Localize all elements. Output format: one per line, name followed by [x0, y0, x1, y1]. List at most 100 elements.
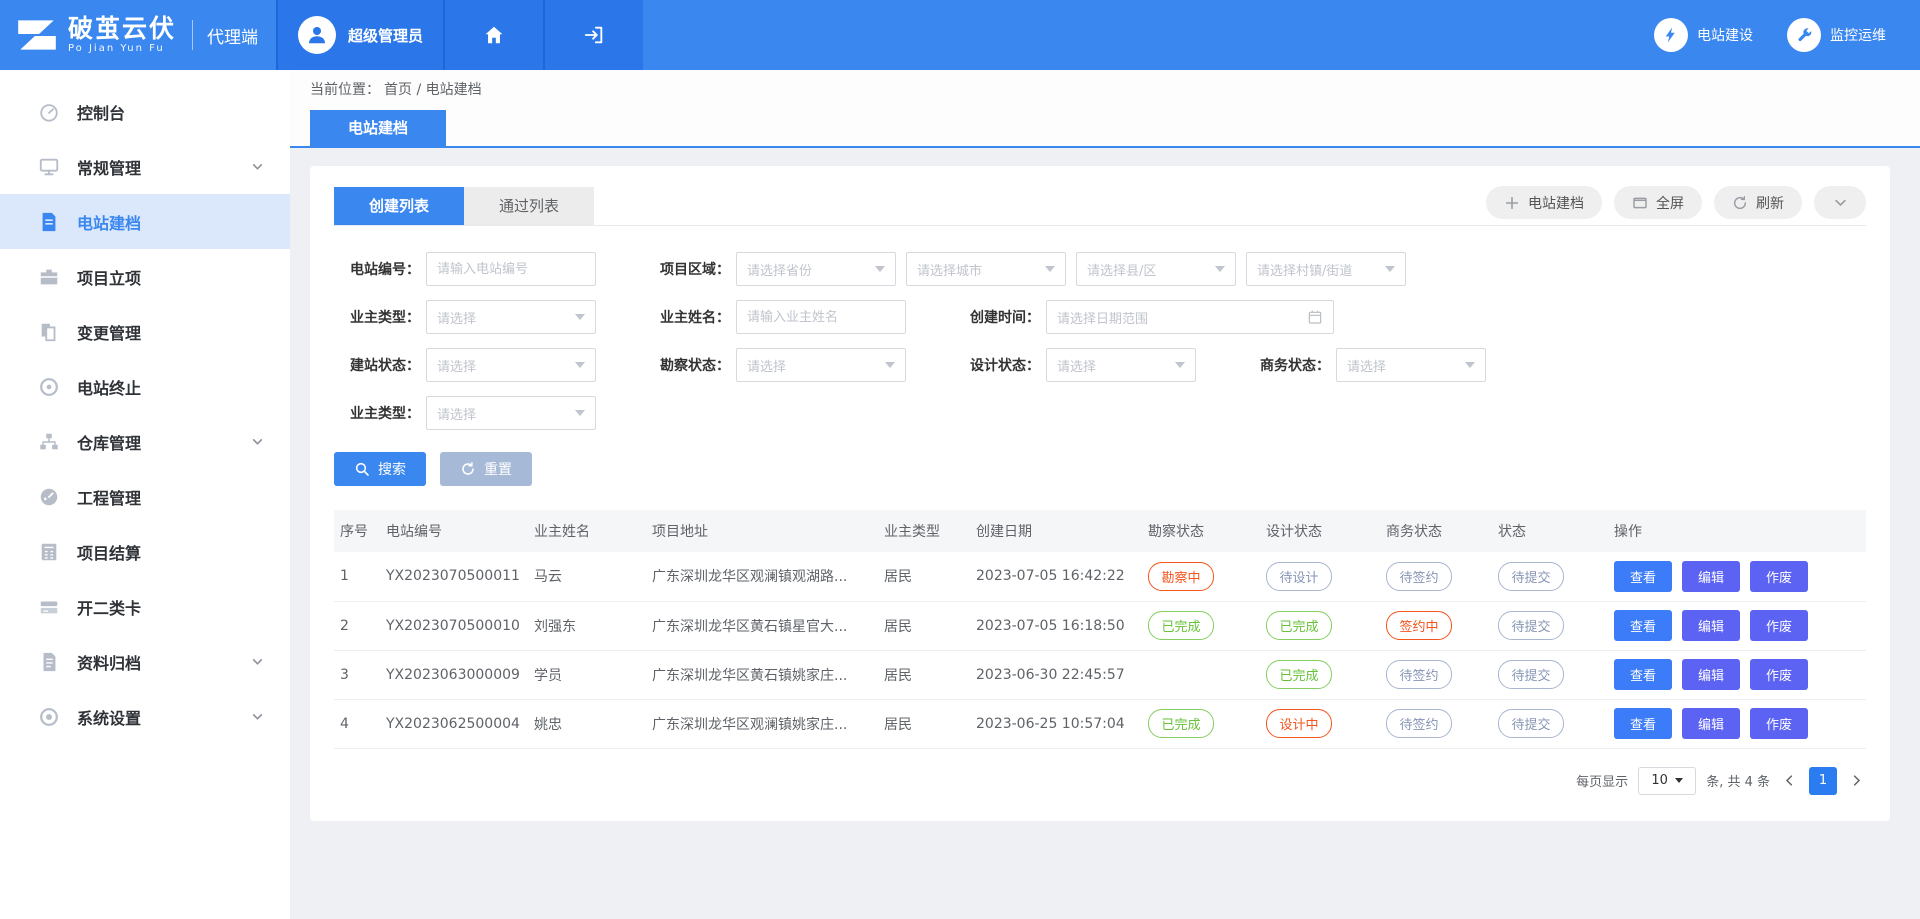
view-button[interactable]: 查看	[1614, 610, 1672, 641]
owner-name-input[interactable]	[736, 300, 906, 334]
view-button[interactable]: 查看	[1614, 659, 1672, 690]
survey-status-badge-cell: 已完成	[1142, 699, 1260, 748]
home-button[interactable]	[443, 0, 543, 70]
owner-type: 居民	[878, 552, 970, 601]
date-range-input[interactable]: 请选择日期范围	[1046, 300, 1334, 334]
col-design-status: 设计状态	[1260, 510, 1380, 552]
chevron-down-icon	[251, 710, 264, 723]
build-status-label: 建站状态：	[334, 355, 420, 375]
sidebar-item-general-mgmt[interactable]: 常规管理	[0, 139, 290, 194]
row-index: 4	[334, 699, 380, 748]
nav-monitor-ops-label: 监控运维	[1830, 25, 1886, 45]
town-select[interactable]: 请选择村镇/街道	[1246, 252, 1406, 286]
district-select[interactable]: 请选择县/区	[1076, 252, 1236, 286]
edit-button[interactable]: 编辑	[1682, 610, 1740, 641]
prev-page-button[interactable]	[1780, 771, 1799, 790]
monitor-icon	[38, 156, 60, 178]
archive-doc-icon	[38, 651, 60, 673]
calculator-icon	[38, 541, 60, 563]
void-button[interactable]: 作废	[1750, 708, 1808, 739]
owner-type-placeholder: 请选择	[437, 308, 476, 327]
void-button[interactable]: 作废	[1750, 610, 1808, 641]
sidebar-item-change-mgmt[interactable]: 变更管理	[0, 304, 290, 359]
page-tab-bar: 电站建档	[290, 108, 1920, 148]
survey-status-placeholder: 请选择	[747, 356, 786, 375]
logout-button[interactable]	[543, 0, 643, 70]
province-placeholder: 请选择省份	[747, 260, 812, 279]
sidebar-item-console[interactable]: 控制台	[0, 84, 290, 139]
sidebar-item-data-archive[interactable]: 资料归档	[0, 634, 290, 689]
app-header: 破茧云伏 Po Jian Yun Fu 代理端 超级管理员	[0, 0, 1920, 70]
view-button[interactable]: 查看	[1614, 708, 1672, 739]
sidebar-item-system-settings[interactable]: 系统设置	[0, 689, 290, 744]
next-page-button[interactable]	[1847, 771, 1866, 790]
collapse-toolbar-button[interactable]	[1814, 186, 1866, 219]
header-spacer	[643, 0, 1654, 70]
fullscreen-button[interactable]: 全屏	[1614, 186, 1702, 219]
sidebar-item-project-initiation[interactable]: 项目立项	[0, 249, 290, 304]
tab-create-list[interactable]: 创建列表	[334, 187, 464, 225]
view-button[interactable]: 查看	[1614, 561, 1672, 592]
reset-button[interactable]: 重置	[440, 452, 532, 486]
tab-passed-list[interactable]: 通过列表	[464, 187, 594, 225]
sidebar-item-type2-card[interactable]: 开二类卡	[0, 579, 290, 634]
void-button[interactable]: 作废	[1750, 659, 1808, 690]
sidebar-item-engineering-mgmt[interactable]: 工程管理	[0, 469, 290, 524]
fullscreen-icon	[1632, 195, 1648, 211]
owner-type-select[interactable]: 请选择	[426, 300, 596, 334]
col-actions: 操作	[1608, 510, 1866, 552]
survey-status-select[interactable]: 请选择	[736, 348, 906, 382]
sidebar-item-label: 仓库管理	[77, 430, 141, 454]
caret-down-icon	[885, 362, 895, 368]
sidebar-item-label: 变更管理	[77, 320, 141, 344]
sidebar-item-label: 资料归档	[77, 650, 141, 674]
chevron-down-icon	[251, 655, 264, 668]
build-status-placeholder: 请选择	[437, 356, 476, 375]
survey-status-badge-cell: 勘察中	[1142, 552, 1260, 601]
refresh-button[interactable]: 刷新	[1714, 186, 1802, 219]
page-1-button[interactable]: 1	[1809, 767, 1837, 795]
nav-station-build-label: 电站建设	[1697, 25, 1753, 45]
search-button[interactable]: 搜索	[334, 452, 426, 486]
design-status-select[interactable]: 请选择	[1046, 348, 1196, 382]
nav-station-build[interactable]: 电站建设	[1654, 0, 1753, 70]
sidebar-item-label: 工程管理	[77, 485, 141, 509]
owner-type2-select[interactable]: 请选择	[426, 396, 596, 430]
col-owner-type: 业主类型	[878, 510, 970, 552]
station-no-input[interactable]	[426, 252, 596, 286]
brand-text: 破茧云伏 Po Jian Yun Fu	[68, 16, 176, 53]
search-icon	[354, 461, 370, 477]
created-date: 2023-07-05 16:42:22	[970, 552, 1142, 601]
sidebar-item-station-archive[interactable]: 电站建档	[0, 194, 290, 249]
town-placeholder: 请选择村镇/街道	[1257, 260, 1352, 279]
void-button[interactable]: 作废	[1750, 561, 1808, 592]
build-status-select[interactable]: 请选择	[426, 348, 596, 382]
page-size-select[interactable]: 10	[1638, 767, 1696, 795]
sidebar-item-station-termination[interactable]: 电站终止	[0, 359, 290, 414]
business-status-select[interactable]: 请选择	[1336, 348, 1486, 382]
user-icon	[304, 22, 330, 48]
page-tab-station-archive[interactable]: 电站建档	[310, 110, 446, 146]
nav-monitor-ops[interactable]: 监控运维	[1787, 0, 1886, 70]
user-menu[interactable]: 超级管理员	[276, 0, 443, 70]
created-date: 2023-06-25 10:57:04	[970, 699, 1142, 748]
province-select[interactable]: 请选择省份	[736, 252, 896, 286]
business-status-badge: 待签约	[1386, 562, 1452, 591]
city-select[interactable]: 请选择城市	[906, 252, 1066, 286]
business-status-badge-cell: 待签约	[1380, 552, 1492, 601]
add-station-button[interactable]: 电站建档	[1486, 186, 1602, 219]
caret-down-icon	[575, 362, 585, 368]
status-badge: 待提交	[1498, 660, 1564, 689]
table-row: 3YX2023063000009学员广东深圳龙华区黄石镇姚家庄...居民2023…	[334, 650, 1866, 699]
edit-button[interactable]: 编辑	[1682, 561, 1740, 592]
edit-button[interactable]: 编辑	[1682, 708, 1740, 739]
chevron-down-icon	[251, 435, 264, 448]
design-status-badge: 待设计	[1266, 562, 1332, 591]
business-status-badge-cell: 待签约	[1380, 650, 1492, 699]
edit-button[interactable]: 编辑	[1682, 659, 1740, 690]
caret-down-icon	[1175, 362, 1185, 368]
sidebar-item-project-settlement[interactable]: 项目结算	[0, 524, 290, 579]
plus-icon	[1504, 195, 1520, 211]
business-status-label: 商务状态：	[1244, 355, 1330, 375]
sidebar-item-warehouse-mgmt[interactable]: 仓库管理	[0, 414, 290, 469]
